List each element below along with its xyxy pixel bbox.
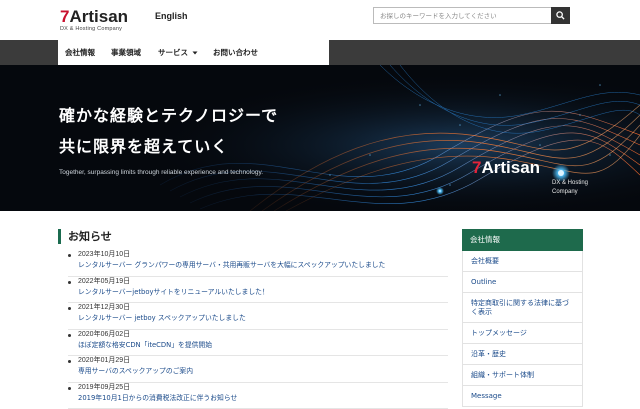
site-header: 7Artisan DX & Hosting Company English (0, 0, 640, 40)
search-icon (556, 11, 565, 20)
search-button[interactable] (551, 7, 570, 24)
news-item: 2023年10月10日 レンタルサーバー グランパワーの専用サーバ・共用再販サー… (68, 250, 448, 277)
news-list: 2023年10月10日 レンタルサーバー グランパワーの専用サーバ・共用再販サー… (68, 250, 448, 409)
sidebar-item-message[interactable]: Message (462, 386, 583, 407)
news-date: 2022年05月19日 (78, 277, 448, 287)
hero-logo-tagline: DX & Hosting Company (552, 179, 588, 197)
news-item: 2022年05月19日 レンタルサーバーjetboyサイトをリニューアルいたしま… (68, 277, 448, 304)
hero-banner: 確かな経験とテクノロジーで 共に限界を超えていく Together, surpa… (0, 65, 640, 211)
nav-item-company[interactable]: 会社情報 (65, 47, 95, 58)
caret-down-icon (192, 50, 198, 56)
news-date: 2020年06月02日 (78, 330, 448, 340)
sidebar-item-legal-notice[interactable]: 特定商取引に関する法律に基づく表示 (462, 293, 583, 323)
hero-headline-1: 確かな経験とテクノロジーで (59, 102, 278, 126)
nav-item-business[interactable]: 事業領域 (111, 47, 141, 58)
news-item: 2020年01月29日 専用サーバのスペックアップのご案内 (68, 356, 448, 383)
nav-item-contact[interactable]: お問い合わせ (213, 47, 258, 58)
news-link[interactable]: レンタルサーバーjetboyサイトをリニューアルいたしました！ (78, 287, 448, 298)
sidebar-heading[interactable]: 会社情報 (462, 229, 583, 251)
hero-logo-name: Artisan (481, 158, 540, 177)
sidebar-item-organization[interactable]: 組織・サポート体制 (462, 365, 583, 386)
news-date: 2020年01月29日 (78, 356, 448, 366)
logo-tagline: DX & Hosting Company (60, 26, 128, 33)
nav-item-services-label: サービス (158, 48, 188, 57)
hero-logo: 7Artisan (472, 158, 540, 178)
news-item: 2021年12月30日 レンタルサーバー jetboy スペックアップいたしまし… (68, 303, 448, 330)
search-input[interactable] (373, 7, 551, 24)
news-link[interactable]: レンタルサーバー グランパワーの専用サーバ・共用再販サーバを大幅にスペックアップ… (78, 260, 448, 271)
sidebar: 会社情報 会社概要 Outline 特定商取引に関する法律に基づく表示 トップメ… (462, 229, 583, 407)
news-heading: お知らせ (58, 229, 112, 244)
nav-item-services[interactable]: サービス (158, 47, 198, 58)
sidebar-item-overview[interactable]: 会社概要 (462, 251, 583, 272)
hero-headline-2: 共に限界を超えていく (59, 133, 228, 157)
hero-logo-sub2: Company (552, 188, 588, 197)
main-nav: 会社情報 事業領域 サービス お問い合わせ (58, 40, 329, 65)
sidebar-item-history[interactable]: 沿革・歴史 (462, 344, 583, 365)
news-date: 2019年09月25日 (78, 383, 448, 393)
news-link[interactable]: 専用サーバのスペックアップのご案内 (78, 366, 448, 377)
news-date: 2021年12月30日 (78, 303, 448, 313)
english-link[interactable]: English (155, 11, 188, 21)
search-box (373, 7, 570, 24)
hero-logo-sub1: DX & Hosting (552, 179, 588, 188)
sidebar-item-top-message[interactable]: トップメッセージ (462, 323, 583, 344)
news-item: 2020年06月02日 ほぼ定額な格安CDN「iteCDN」を提供開始 (68, 330, 448, 357)
logo-name: Artisan (69, 7, 128, 26)
news-link[interactable]: ほぼ定額な格安CDN「iteCDN」を提供開始 (78, 340, 448, 351)
hero-tagline: Together, surpassing limits through reli… (59, 169, 263, 176)
site-logo[interactable]: 7Artisan DX & Hosting Company (60, 8, 128, 33)
news-date: 2023年10月10日 (78, 250, 448, 260)
logo-wordmark: 7Artisan (60, 8, 128, 26)
sidebar-item-outline[interactable]: Outline (462, 272, 583, 293)
news-link[interactable]: レンタルサーバー jetboy スペックアップいたしました (78, 313, 448, 324)
news-link[interactable]: 2019年10月1日からの消費税法改正に伴うお知らせ (78, 393, 448, 404)
news-item: 2019年09月25日 2019年10月1日からの消費税法改正に伴うお知らせ (68, 383, 448, 409)
